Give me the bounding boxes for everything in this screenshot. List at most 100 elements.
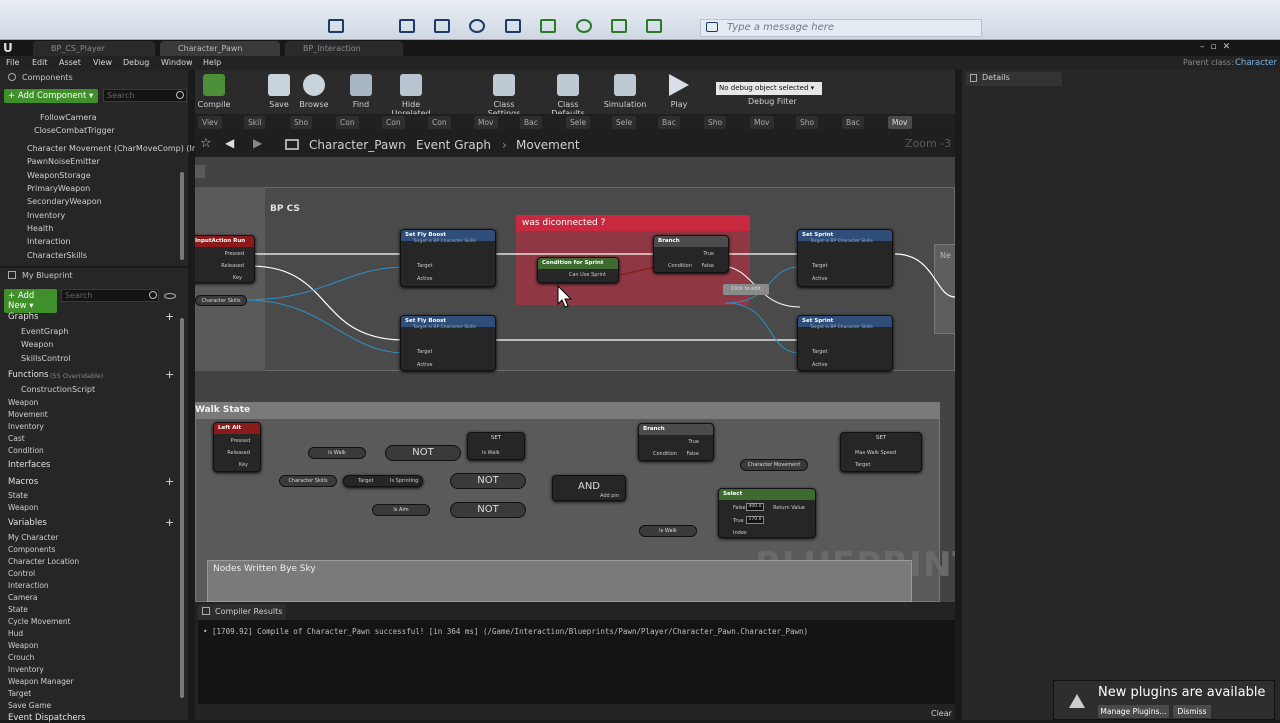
graph-tab[interactable]: Mov bbox=[750, 116, 774, 129]
fullscreen-icon[interactable] bbox=[505, 19, 521, 33]
variable-group[interactable]: Cycle Movement bbox=[8, 617, 71, 626]
component-close-combat-trigger[interactable]: CloseCombatTrigger bbox=[34, 126, 115, 135]
component-interaction[interactable]: Interaction bbox=[27, 237, 70, 246]
menu-asset[interactable]: Asset bbox=[59, 58, 81, 67]
class-defaults-button[interactable]: Class Defaults bbox=[540, 74, 596, 118]
debug-object-select[interactable]: No debug object selected ▾ bbox=[716, 82, 822, 95]
menu-edit[interactable]: Edit bbox=[32, 58, 48, 67]
node-input-action-run[interactable]: InputAction Run Pressed Released Key bbox=[195, 235, 255, 283]
var-is-walk[interactable]: Is Walk bbox=[308, 447, 366, 459]
manage-plugins-button[interactable]: Manage Plugins... bbox=[1098, 705, 1169, 718]
graph-tab[interactable]: Sho bbox=[704, 116, 727, 129]
details-tab[interactable] bbox=[966, 72, 1062, 86]
dismiss-button[interactable]: Dismiss bbox=[1173, 705, 1211, 718]
graph-tab[interactable]: Con bbox=[336, 116, 359, 129]
message-input[interactable]: Type a message here bbox=[700, 19, 982, 37]
graph-tab-active[interactable]: Mov bbox=[888, 116, 912, 129]
grid-icon[interactable] bbox=[540, 19, 556, 33]
record-icon[interactable] bbox=[576, 19, 592, 33]
back-arrow-icon[interactable]: ◀ bbox=[225, 136, 234, 150]
node-set-sprint-2[interactable]: Set Sprint Target is BP Character Skills… bbox=[797, 315, 893, 371]
reroute-click-to-edit[interactable]: Click to edit bbox=[723, 284, 769, 295]
simulation-button[interactable]: Simulation bbox=[597, 74, 653, 109]
add-graph-plus-icon[interactable]: + bbox=[165, 311, 174, 322]
my-blueprint-scrollbar[interactable] bbox=[180, 318, 184, 698]
apps-icon[interactable] bbox=[646, 19, 662, 33]
graph-tab[interactable]: Bac bbox=[520, 116, 542, 129]
function-group-cast[interactable]: Cast bbox=[8, 434, 25, 443]
variable-group[interactable]: Weapon bbox=[8, 641, 38, 650]
function-construction-script[interactable]: ConstructionScript bbox=[21, 385, 95, 394]
graph-weapon[interactable]: Weapon bbox=[21, 340, 53, 349]
node-set-sprint-1[interactable]: Set Sprint Target is BP Character Skills… bbox=[797, 229, 893, 287]
node-set-fly-boost-1[interactable]: Set Fly Boost Target is BP Character Ski… bbox=[400, 229, 496, 287]
graph-tab[interactable]: Mov bbox=[474, 116, 498, 129]
function-group-movement[interactable]: Movement bbox=[8, 410, 48, 419]
node-branch-walk[interactable]: Branch True Condition False bbox=[638, 423, 714, 461]
add-new-button[interactable]: + Add New ▾ bbox=[4, 289, 57, 313]
menu-view[interactable]: View bbox=[93, 58, 112, 67]
menu-debug[interactable]: Debug bbox=[123, 58, 149, 67]
breadcrumb-root[interactable]: Character_Pawn bbox=[309, 138, 406, 152]
variable-group[interactable]: Character Location bbox=[8, 557, 79, 566]
macro-group-weapon[interactable]: Weapon bbox=[8, 503, 38, 512]
node-set-fly-boost-2[interactable]: Set Fly Boost Target is BP Character Ski… bbox=[400, 315, 496, 371]
component-weapon-storage[interactable]: WeaponStorage bbox=[27, 171, 91, 180]
class-settings-button[interactable]: Class Settings bbox=[476, 74, 532, 118]
menu-help[interactable]: Help bbox=[203, 58, 221, 67]
refresh-icon[interactable] bbox=[611, 19, 627, 33]
component-inventory[interactable]: Inventory bbox=[27, 211, 65, 220]
node-is-sprinting[interactable]: Target Is Sprinting bbox=[343, 475, 423, 487]
tab-bp-interaction[interactable]: BP_Interaction bbox=[285, 41, 403, 56]
forward-arrow-icon[interactable]: ▶ bbox=[253, 136, 262, 150]
node-branch-top[interactable]: Branch True Condition False bbox=[653, 235, 729, 273]
node-set-max-walk-speed[interactable]: SET Max Walk Speed Target bbox=[840, 432, 922, 472]
macro-group-state[interactable]: State bbox=[8, 491, 28, 500]
tab-character-pawn[interactable]: Character_Pawn bbox=[160, 41, 280, 56]
add-component-button[interactable]: + Add Component ▾ bbox=[4, 89, 98, 103]
component-primary-weapon[interactable]: PrimaryWeapon bbox=[27, 184, 90, 193]
add-function-plus-icon[interactable]: + bbox=[165, 369, 174, 380]
graph-tab[interactable]: Sho bbox=[290, 116, 313, 129]
op-not-3[interactable]: NOT bbox=[450, 502, 526, 518]
variable-group[interactable]: Target bbox=[8, 689, 31, 698]
component-character-movement[interactable]: Character Movement (CharMoveComp) (Ir bbox=[27, 144, 195, 153]
graph-tab[interactable]: Viev bbox=[198, 116, 223, 129]
variable-group[interactable]: Camera bbox=[8, 593, 37, 602]
function-group-condition[interactable]: Condition bbox=[8, 446, 44, 455]
node-select[interactable]: Select False 400.0 Return Value True 170… bbox=[718, 488, 816, 538]
component-health[interactable]: Health bbox=[27, 224, 53, 233]
add-variable-plus-icon[interactable]: + bbox=[165, 517, 174, 528]
variable-group[interactable]: State bbox=[8, 605, 28, 614]
breadcrumb-graph[interactable]: Event Graph bbox=[416, 138, 491, 152]
graph-tab[interactable]: Sele bbox=[612, 116, 637, 129]
variable-group[interactable]: Interaction bbox=[8, 581, 49, 590]
graph-tab[interactable]: Sele bbox=[566, 116, 591, 129]
components-scrollbar[interactable] bbox=[180, 172, 184, 260]
variable-group[interactable]: Inventory bbox=[8, 665, 44, 674]
variables-section[interactable]: Variables bbox=[8, 518, 47, 528]
variable-group[interactable]: Hud bbox=[8, 629, 23, 638]
node-set-is-walk[interactable]: SET Is Walk bbox=[467, 432, 525, 460]
node-and[interactable]: AND Add pin bbox=[552, 475, 626, 501]
graph-tab[interactable]: Sho bbox=[796, 116, 819, 129]
component-secondary-weapon[interactable]: SecondaryWeapon bbox=[27, 197, 102, 206]
functions-section[interactable]: Functions bbox=[8, 370, 49, 380]
node-condition-for-sprint[interactable]: Condition for Sprint Can Use Sprint bbox=[537, 257, 619, 283]
event-dispatchers-section[interactable]: Event Dispatchers bbox=[8, 713, 86, 723]
function-group-inventory[interactable]: Inventory bbox=[8, 422, 44, 431]
graph-tab[interactable]: Con bbox=[382, 116, 405, 129]
favorite-star-icon[interactable]: ☆ bbox=[200, 136, 212, 151]
play-button[interactable]: Play bbox=[651, 74, 707, 109]
graph-event-graph[interactable]: EventGraph bbox=[21, 327, 68, 336]
op-not-2[interactable]: NOT bbox=[450, 473, 526, 489]
var-is-walk-2[interactable]: Is Walk bbox=[639, 525, 697, 537]
menu-file[interactable]: File bbox=[6, 58, 19, 67]
hide-unrelated-button[interactable]: Hide Unrelated bbox=[383, 74, 439, 118]
find-button[interactable]: Find bbox=[333, 74, 389, 109]
variable-group[interactable]: Components bbox=[8, 545, 55, 554]
var-character-skills[interactable]: Character Skills bbox=[195, 295, 247, 306]
component-character-skills[interactable]: CharacterSkills bbox=[27, 251, 87, 260]
component-follow-camera[interactable]: FollowCamera bbox=[40, 113, 97, 122]
op-not[interactable]: NOT bbox=[385, 445, 461, 461]
